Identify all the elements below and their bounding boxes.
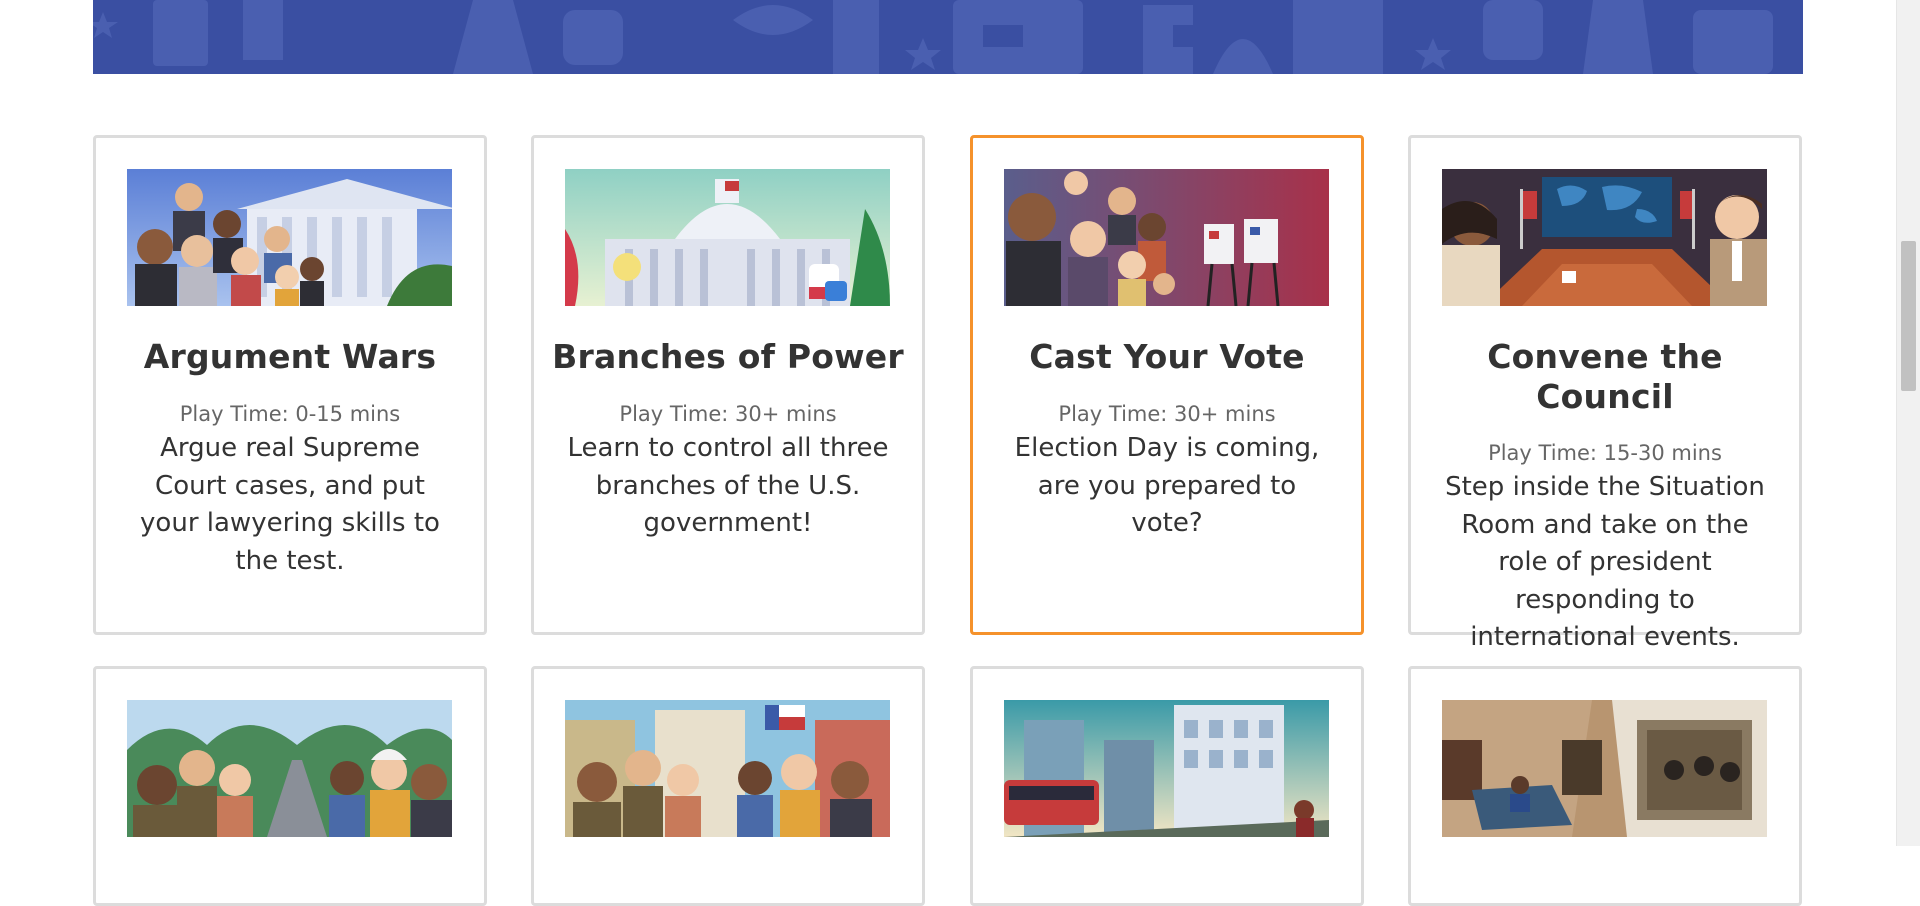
argument-wars-illustration bbox=[127, 169, 452, 306]
cast-your-vote-illustration bbox=[1004, 169, 1329, 306]
play-time: Play Time: 30+ mins bbox=[1058, 402, 1276, 426]
page-scrollbar[interactable] bbox=[1896, 0, 1920, 846]
game-thumbnail[interactable] bbox=[1004, 169, 1329, 306]
city-hall-illustration bbox=[1004, 700, 1329, 837]
game-thumbnail[interactable] bbox=[1442, 169, 1767, 306]
community-illustration bbox=[127, 700, 452, 837]
game-card-cast-your-vote[interactable]: Cast Your Vote Play Time: 30+ mins Elect… bbox=[970, 135, 1364, 635]
game-description: Step inside the Situation Room and take … bbox=[1445, 472, 1765, 652]
convene-the-council-illustration bbox=[1442, 169, 1767, 306]
scrollbar-thumb[interactable] bbox=[1901, 241, 1916, 391]
game-card-branches-of-power[interactable]: Branches of Power Play Time: 30+ mins Le… bbox=[531, 135, 925, 635]
game-card-convene-the-council[interactable]: Convene the Council Play Time: 15-30 min… bbox=[1408, 135, 1802, 652]
state-government-illustration bbox=[565, 700, 890, 837]
game-thumbnail[interactable] bbox=[565, 700, 890, 837]
game-thumbnail[interactable] bbox=[565, 169, 890, 306]
game-card-argument-wars[interactable]: Argument Wars Play Time: 0-15 mins Argue… bbox=[93, 135, 487, 635]
hero-banner bbox=[93, 0, 1803, 74]
branches-of-power-illustration bbox=[565, 169, 890, 306]
game-title[interactable]: Branches of Power bbox=[552, 337, 904, 377]
game-title[interactable]: Argument Wars bbox=[114, 337, 466, 377]
game-card[interactable] bbox=[1408, 666, 1802, 906]
game-thumbnail[interactable] bbox=[1442, 700, 1767, 837]
game-thumbnail[interactable] bbox=[1004, 700, 1329, 837]
room-scene-illustration bbox=[1442, 700, 1767, 837]
play-time: Play Time: 0-15 mins bbox=[179, 402, 401, 426]
game-card[interactable] bbox=[93, 666, 487, 906]
game-thumbnail[interactable] bbox=[127, 700, 452, 837]
game-card[interactable] bbox=[531, 666, 925, 906]
banner-pattern bbox=[93, 0, 1803, 74]
play-time: Play Time: 30+ mins bbox=[619, 402, 837, 426]
game-description: Argue real Supreme Court cases, and put … bbox=[140, 433, 440, 576]
game-description: Learn to control all three branches of t… bbox=[567, 433, 889, 538]
game-card[interactable] bbox=[970, 666, 1364, 906]
game-title[interactable]: Convene the Council bbox=[1429, 337, 1781, 417]
game-title[interactable]: Cast Your Vote bbox=[991, 337, 1343, 377]
game-description: Election Day is coming, are you prepared… bbox=[1014, 433, 1320, 538]
play-time: Play Time: 15-30 mins bbox=[1488, 441, 1722, 465]
game-thumbnail[interactable] bbox=[127, 169, 452, 306]
